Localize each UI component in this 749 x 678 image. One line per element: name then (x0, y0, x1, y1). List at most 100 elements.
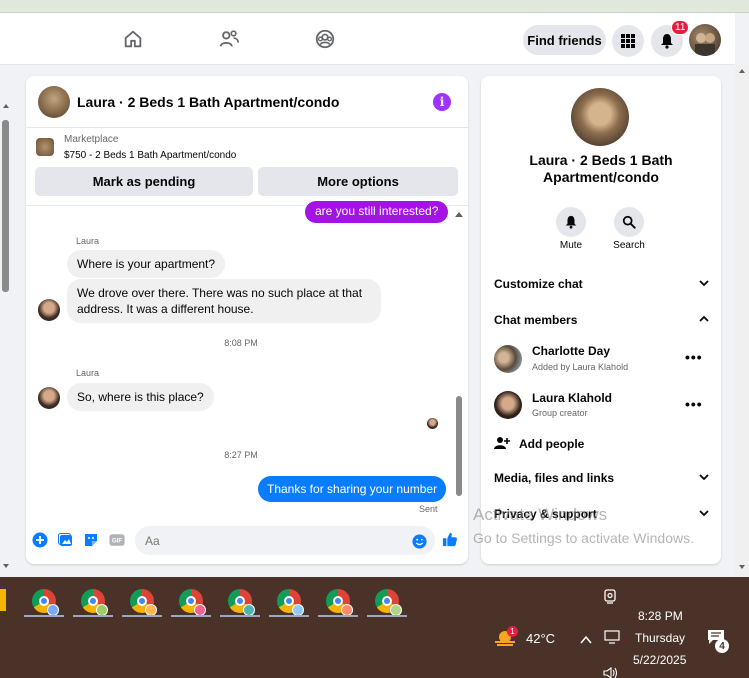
weather-badge: 1 (507, 626, 518, 637)
chrome-window-4[interactable] (171, 585, 211, 617)
find-friends-button[interactable]: Find friends (523, 25, 606, 55)
chrome-window-8[interactable] (367, 585, 407, 617)
groups-icon[interactable] (311, 25, 339, 53)
notification-badge: 11 (671, 20, 690, 35)
chrome-icon (179, 589, 206, 616)
timestamp: 8:27 PM (224, 450, 258, 460)
action-center-badge: 4 (715, 639, 729, 653)
chat-avatar[interactable] (38, 86, 70, 118)
media-files-label: Media, files and links (494, 471, 615, 485)
member-avatar[interactable] (494, 391, 522, 419)
profile-avatar[interactable] (689, 24, 721, 56)
message-composer: GIF (26, 524, 468, 564)
mute-label: Mute (559, 240, 583, 251)
incoming-message[interactable]: We drove over there. There was no such p… (67, 279, 381, 323)
search-label: Search (613, 240, 645, 251)
incoming-message[interactable]: Where is your apartment? (67, 250, 226, 278)
chevron-down-icon (699, 474, 709, 481)
photo-icon[interactable] (58, 532, 74, 548)
member-role: Added by Laura Klahold (532, 362, 629, 372)
chrome-icon (277, 589, 304, 616)
chat-info-panel: Laura · 2 Beds 1 Bath Apartment/condo Mu… (481, 76, 721, 564)
clock-day[interactable]: Thursday (635, 631, 685, 645)
chrome-icon (228, 589, 255, 616)
listing-title[interactable]: $750 - 2 Beds 1 Bath Apartment/condo (64, 150, 236, 161)
volume-icon[interactable] (603, 666, 619, 678)
activate-windows-hint: Go to Settings to activate Windows. (473, 530, 694, 546)
meet-now-icon[interactable] (603, 589, 617, 610)
chevron-down-icon (699, 280, 709, 287)
search-button[interactable]: Search (604, 207, 654, 251)
chrome-icon (375, 589, 402, 616)
search-icon (614, 207, 644, 237)
chrome-window-5[interactable] (220, 585, 260, 617)
bell-icon (556, 207, 586, 237)
chevron-up-icon (699, 315, 709, 322)
chat-large-avatar[interactable] (571, 88, 629, 146)
emoji-icon[interactable] (411, 533, 427, 549)
plus-circle-icon[interactable] (32, 532, 48, 548)
mark-as-pending-button[interactable]: Mark as pending (35, 167, 253, 196)
timestamp: 8:08 PM (224, 338, 258, 348)
thumbs-up-icon[interactable] (442, 531, 458, 547)
network-icon[interactable] (604, 630, 620, 649)
sender-avatar[interactable] (38, 299, 60, 321)
more-options-icon[interactable]: ••• (685, 349, 703, 365)
menu-grid-icon[interactable] (612, 25, 644, 57)
customize-chat-row[interactable]: Customize chat (494, 277, 710, 291)
add-person-icon (494, 437, 510, 449)
chrome-window-7[interactable] (318, 585, 358, 617)
clock-time[interactable]: 8:28 PM (638, 609, 683, 623)
chat-members-label: Chat members (494, 313, 578, 327)
sender-name: Laura (76, 236, 100, 246)
chat-panel: Laura · 2 Beds 1 Bath Apartment/condo i … (26, 76, 468, 564)
sender-name: Laura (76, 368, 100, 378)
outgoing-message[interactable]: Thanks for sharing your number (258, 476, 447, 502)
marketplace-label: Marketplace (64, 134, 119, 145)
chat-members-row[interactable]: Chat members (494, 313, 710, 327)
incoming-message[interactable]: So, where is this place? (67, 383, 214, 411)
outgoing-message[interactable]: are you still interested? (305, 201, 449, 223)
chrome-window-1[interactable] (24, 585, 64, 617)
gif-icon[interactable]: GIF (109, 532, 125, 548)
customize-chat-label: Customize chat (494, 277, 583, 291)
media-files-row[interactable]: Media, files and links (494, 471, 710, 485)
chrome-icon (326, 589, 353, 616)
activate-windows-watermark: Activate Windows (473, 505, 608, 524)
more-options-icon[interactable]: ••• (685, 396, 703, 412)
chat-title[interactable]: Laura · 2 Beds 1 Bath Apartment/condo (77, 94, 339, 110)
more-options-button[interactable]: More options (258, 167, 458, 196)
sticker-icon[interactable] (83, 532, 99, 548)
chrome-window-6[interactable] (269, 585, 309, 617)
chat-info-name: Laura · 2 Beds 1 Bath Apartment/condo (529, 152, 673, 185)
info-icon[interactable]: i (433, 93, 451, 111)
member-name[interactable]: Charlotte Day (532, 344, 610, 358)
member-name[interactable]: Laura Klahold (532, 391, 612, 405)
page-scrollbar[interactable] (735, 65, 749, 577)
chrome-icon (81, 589, 108, 616)
add-people-label: Add people (519, 437, 585, 451)
listing-thumbnail[interactable] (36, 138, 54, 156)
message-input[interactable] (135, 526, 435, 555)
friends-icon[interactable] (215, 25, 243, 53)
member-role: Group creator (532, 408, 588, 418)
windows-taskbar: 8:28 PM Thursday 5/22/2025 42°C 4 (0, 577, 749, 678)
message-thread: are you still interested? Laura Where is… (26, 201, 468, 516)
marketplace-listing-bar: Marketplace $750 - 2 Beds 1 Bath Apartme… (26, 128, 468, 206)
pinned-app-edge[interactable] (0, 589, 6, 611)
mute-button[interactable]: Mute (546, 207, 596, 251)
browser-top-strip (0, 0, 749, 13)
left-scrollbar[interactable] (0, 100, 12, 575)
sender-avatar[interactable] (38, 387, 60, 409)
home-icon[interactable] (119, 25, 147, 53)
chrome-window-3[interactable] (122, 585, 162, 617)
temperature[interactable]: 42°C (526, 631, 555, 646)
chrome-window-2[interactable] (73, 585, 113, 617)
clock-date[interactable]: 5/22/2025 (633, 653, 686, 667)
chevron-down-icon (699, 510, 709, 517)
member-avatar[interactable] (494, 345, 522, 373)
chevron-up-icon[interactable] (580, 632, 592, 650)
seen-indicator-avatar (427, 418, 438, 429)
thread-scrollbar[interactable] (454, 210, 464, 500)
svg-text:GIF: GIF (112, 538, 123, 545)
